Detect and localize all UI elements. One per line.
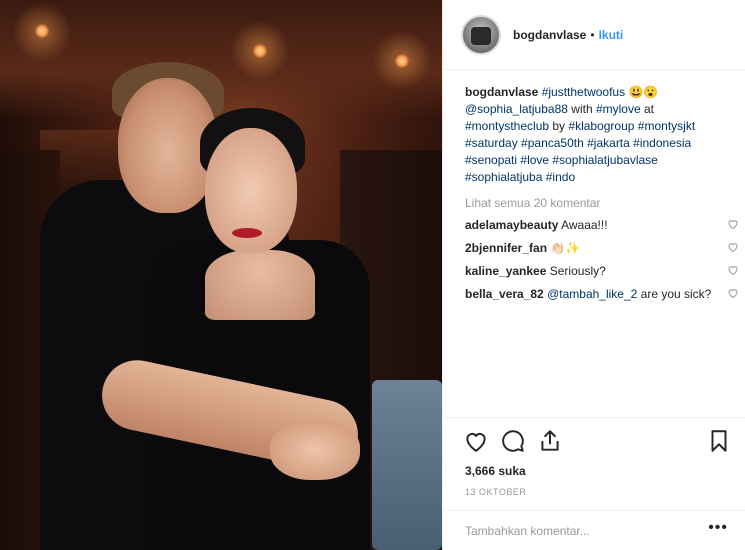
profile-avatar[interactable] xyxy=(461,14,501,55)
more-options-icon[interactable]: ••• xyxy=(708,519,728,537)
like-comment-heart-icon[interactable] xyxy=(727,218,739,230)
comment-icon[interactable] xyxy=(500,428,526,454)
heart-icon[interactable] xyxy=(463,428,489,454)
hashtag-link[interactable]: #klabogroup xyxy=(568,119,634,133)
caption-username[interactable]: bogdanvlase xyxy=(465,85,538,99)
comment-text: Seriously? xyxy=(549,264,606,278)
comment-username[interactable]: adelamaybeauty xyxy=(465,218,558,232)
follow-button[interactable]: Ikuti xyxy=(599,28,624,42)
hashtag-link[interactable]: #senopati xyxy=(465,153,517,167)
like-comment-heart-icon[interactable] xyxy=(727,264,739,276)
comment-username[interactable]: bella_vera_82 xyxy=(465,287,544,301)
hashtag-link[interactable]: #indo xyxy=(546,170,575,184)
comments-section: bogdanvlase #justthetwoofus 😃😮 @sophia_l… xyxy=(465,84,738,302)
bookmark-icon[interactable] xyxy=(706,428,732,454)
header-username[interactable]: bogdanvlase xyxy=(513,28,586,42)
hashtag-link[interactable]: #justthetwoofus xyxy=(542,85,625,99)
hashtag-link[interactable]: #montystheclub xyxy=(465,119,549,133)
comment-item: adelamaybeauty Awaaa!!! xyxy=(465,217,738,233)
comment-item: kaline_yankee Seriously? xyxy=(465,263,738,279)
post-date: 13 OKTOBER xyxy=(465,487,527,497)
hashtag-link[interactable]: #love xyxy=(520,153,549,167)
comment-item: bella_vera_82 @tambah_like_2 are you sic… xyxy=(465,286,738,302)
share-icon[interactable] xyxy=(537,428,563,454)
hands xyxy=(270,420,360,480)
hashtag-link[interactable]: #indonesia xyxy=(633,136,691,150)
caption-text: with xyxy=(567,102,596,116)
hashtag-link[interactable]: #panca50th xyxy=(521,136,584,150)
like-comment-heart-icon[interactable] xyxy=(727,287,739,299)
caption-text: by xyxy=(549,119,569,133)
comment-text: Awaaa!!! xyxy=(561,218,608,232)
hashtag-link[interactable]: #mylove xyxy=(596,102,641,116)
view-all-comments-link[interactable]: Lihat semua 20 komentar xyxy=(465,196,735,210)
lamp xyxy=(253,44,267,58)
separator-dot: • xyxy=(590,27,595,42)
woman-neckline xyxy=(205,250,315,320)
like-count[interactable]: 3,666 suka xyxy=(465,464,526,478)
lamp xyxy=(35,24,49,38)
hashtag-link[interactable]: #sophialatjuba xyxy=(465,170,542,184)
woman-lips xyxy=(232,228,262,238)
side-panel: bogdanvlase • Ikuti bogdanvlase #justthe… xyxy=(442,0,745,550)
caption-text: at xyxy=(640,102,654,116)
mention-link[interactable]: @sophia_latjuba88 xyxy=(465,102,568,116)
background-person-jeans xyxy=(372,380,442,550)
caption-emoji: 😃😮 xyxy=(628,85,659,99)
post-header: bogdanvlase • Ikuti xyxy=(443,0,745,70)
caption: bogdanvlase #justthetwoofus 😃😮 @sophia_l… xyxy=(465,84,735,186)
comment-text: 👏🏻✨ xyxy=(550,241,581,255)
lamp xyxy=(395,54,409,68)
hashtag-link[interactable]: #saturday xyxy=(465,136,518,150)
comment-item: 2bjennifer_fan 👏🏻✨ xyxy=(465,240,738,256)
hashtag-link[interactable]: #jakarta xyxy=(587,136,630,150)
add-comment-bar: Tambahkan komentar... ••• xyxy=(443,510,745,550)
post-photo[interactable] xyxy=(0,0,442,550)
add-comment-input[interactable]: Tambahkan komentar... xyxy=(465,524,590,538)
hashtag-link[interactable]: #montysjkt xyxy=(638,119,695,133)
instagram-post: bogdanvlase • Ikuti bogdanvlase #justthe… xyxy=(0,0,745,550)
mention-link[interactable]: @tambah_like_2 xyxy=(547,287,637,301)
like-comment-heart-icon[interactable] xyxy=(727,241,739,253)
comment-username[interactable]: kaline_yankee xyxy=(465,264,546,278)
hashtag-link[interactable]: #sophialatjubavlase xyxy=(552,153,657,167)
comment-text: are you sick? xyxy=(640,287,712,301)
comment-username[interactable]: 2bjennifer_fan xyxy=(465,241,547,255)
